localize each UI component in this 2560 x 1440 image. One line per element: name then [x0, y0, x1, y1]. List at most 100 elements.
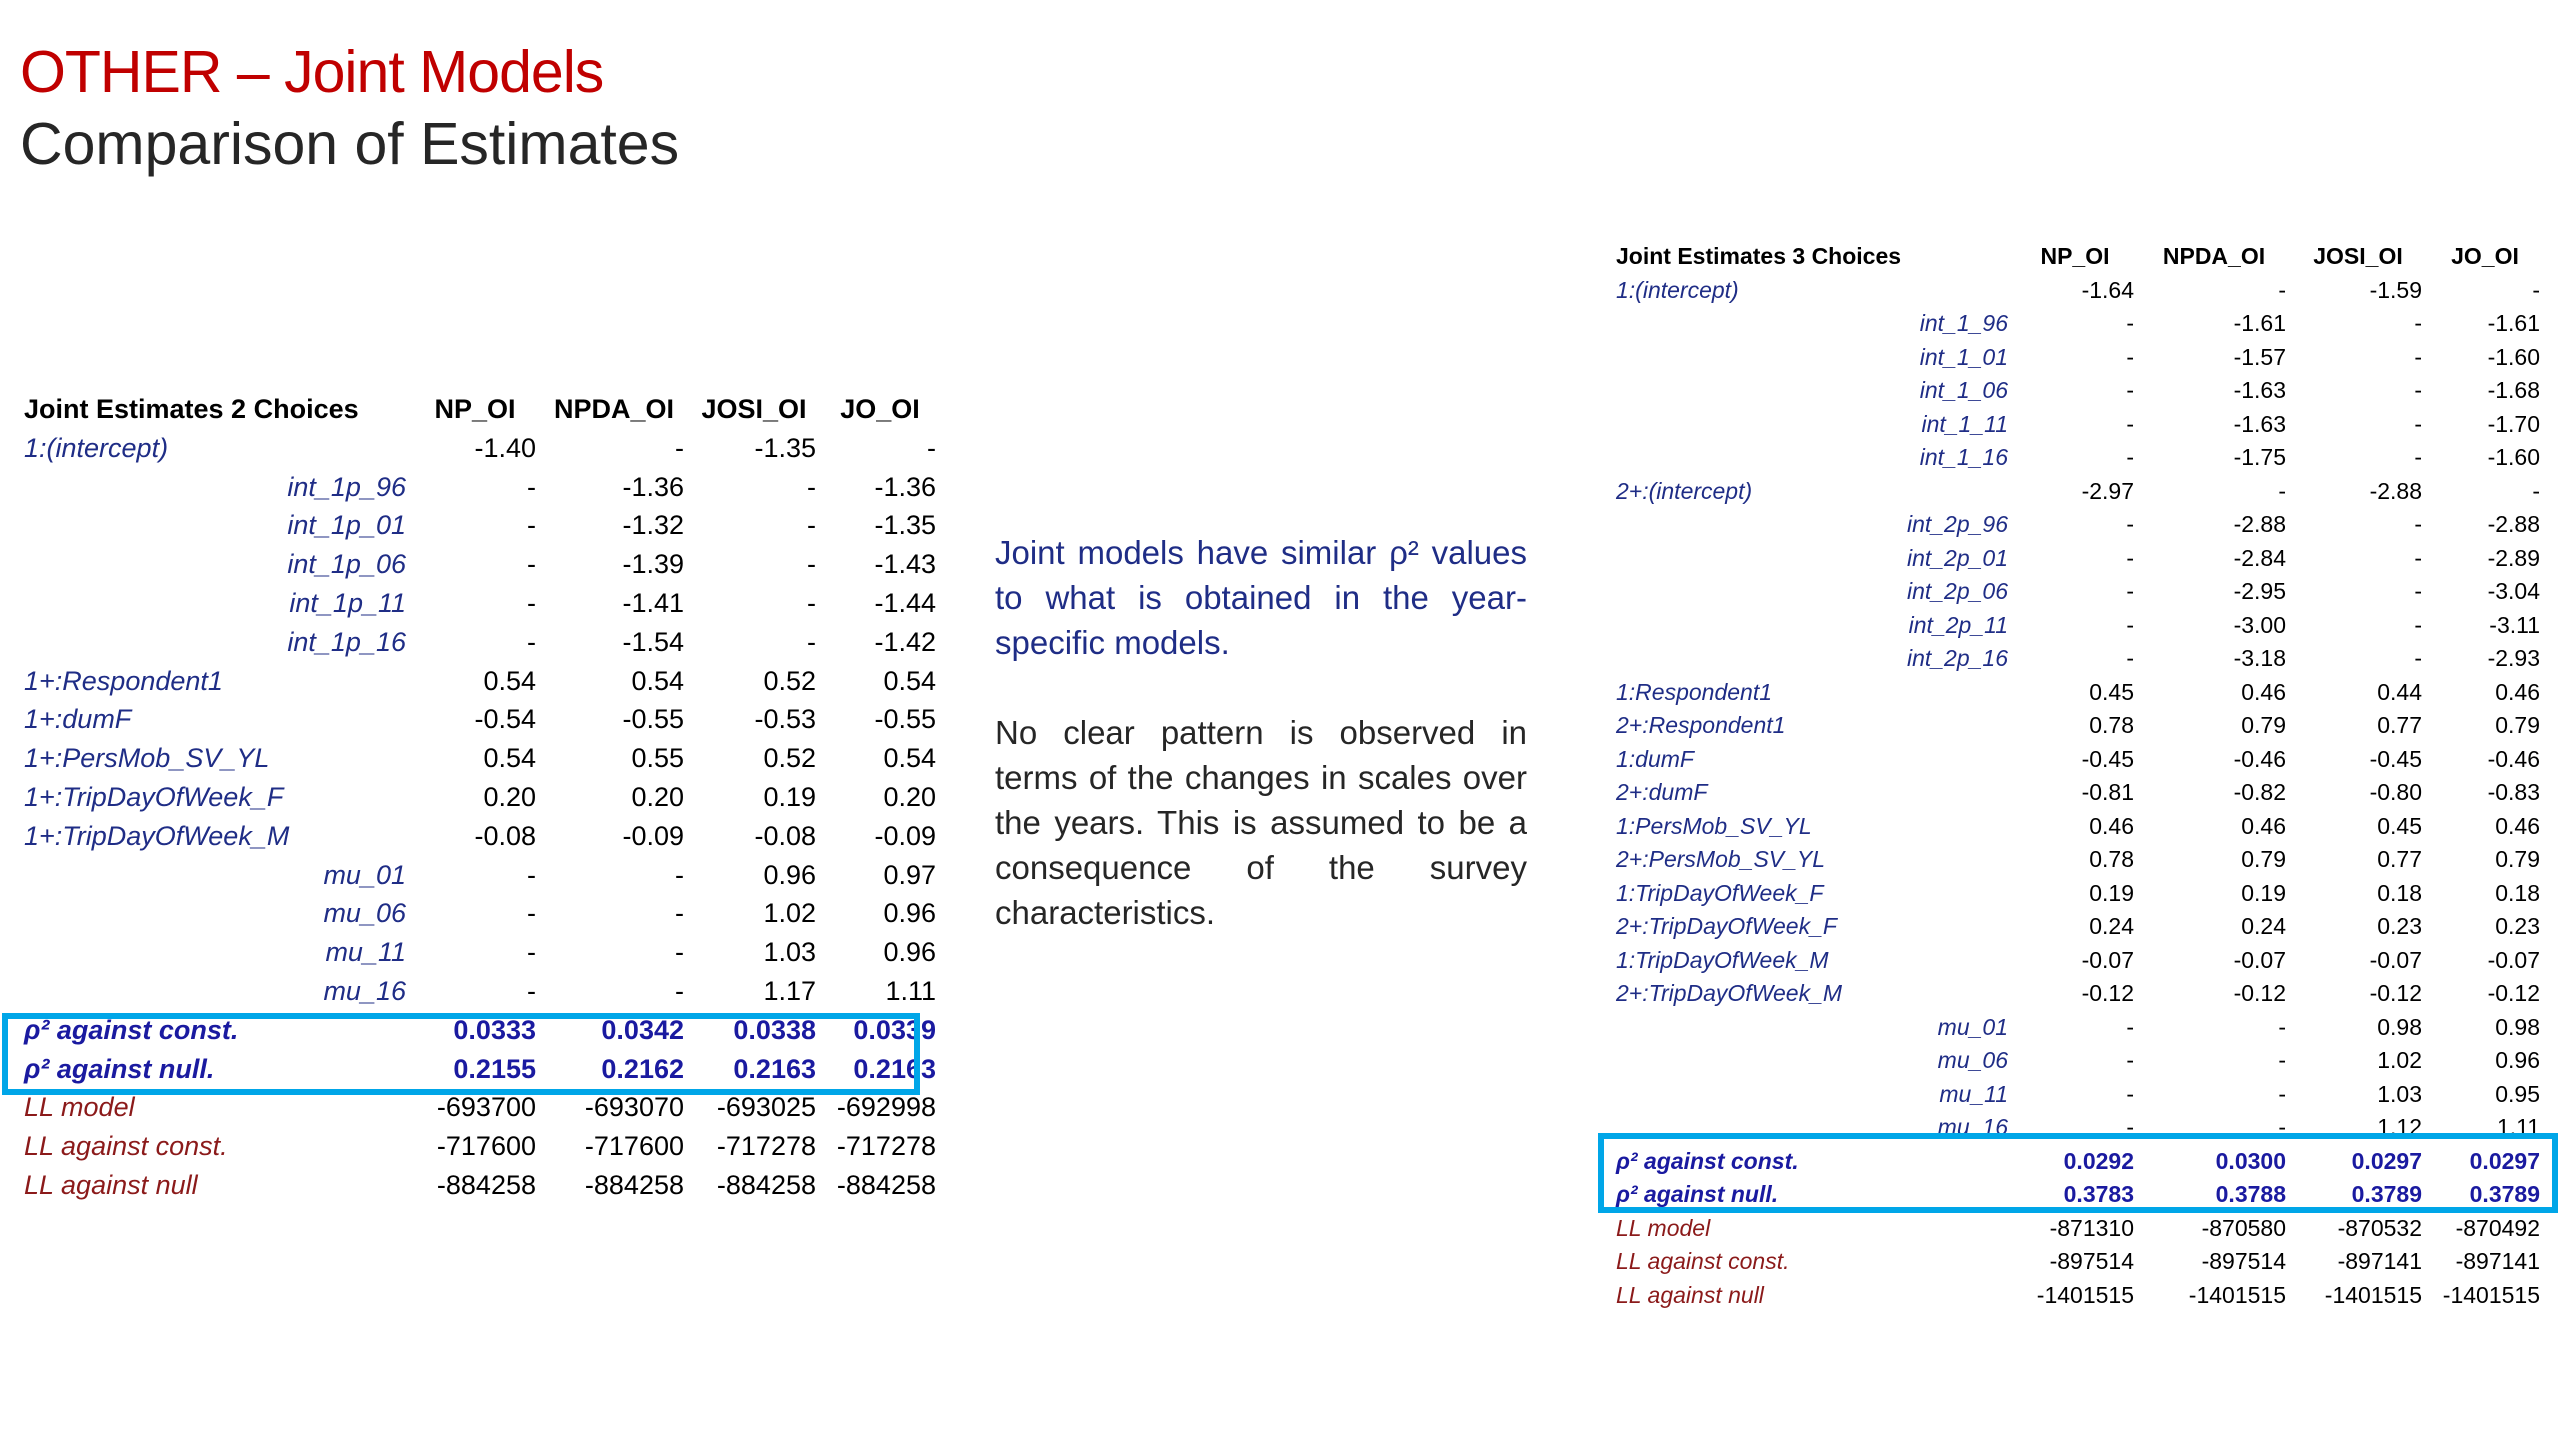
row-label: ρ² against null. — [24, 1053, 215, 1084]
row-label: int_1_96 — [1919, 310, 2008, 336]
column-header: JOSI_OI — [2313, 243, 2403, 269]
table-cell: - — [2414, 343, 2422, 370]
table-cell: 1.11 — [885, 975, 936, 1006]
column-header: JO_OI — [840, 394, 920, 424]
row-label: LL against const. — [1616, 1248, 1790, 1274]
table-cell: - — [675, 432, 684, 463]
table-cell: -1401515 — [2324, 1281, 2422, 1308]
row-label: int_1_11 — [1921, 410, 2008, 437]
table-cell: -1.35 — [754, 432, 816, 463]
table-cell: -897141 — [2455, 1248, 2540, 1274]
table-header-label: Joint Estimates 2 Choices — [24, 394, 359, 424]
table-cell: -717600 — [436, 1131, 536, 1162]
table-cell: -0.07 — [2369, 946, 2422, 973]
table-cell: -897514 — [2201, 1248, 2286, 1274]
table-cell: - — [2532, 477, 2540, 504]
row-label: 1:(intercept) — [1616, 276, 1739, 303]
row-label: int_1p_96 — [287, 471, 406, 502]
table-cell: 0.19 — [2241, 879, 2286, 906]
table-cell: 0.23 — [2377, 913, 2422, 939]
table-cell: 0.2163 — [733, 1053, 816, 1084]
table-row: 1:(intercept) -1.40 - -1.35 - — [20, 429, 940, 468]
table-cell: 0.45 — [2089, 678, 2134, 705]
table-cell: -0.08 — [754, 820, 816, 851]
table-cell: - — [2414, 377, 2422, 403]
table-cell: - — [527, 471, 536, 502]
table-cell: -0.83 — [2487, 779, 2540, 805]
table-cell: - — [675, 975, 684, 1006]
table-cell: - — [2126, 377, 2134, 403]
table-row: int_1_96 - -1.61 - -1.61 — [1612, 307, 2544, 341]
row-label: 1:dumF — [1616, 745, 1694, 772]
table-row: mu_06 - - 1.02 0.96 — [20, 894, 940, 933]
table-cell: 0.2162 — [601, 1053, 684, 1084]
table-cell: 0.0338 — [733, 1014, 816, 1045]
table-row: mu_16 - - 1.12 1.11 — [1612, 1111, 2544, 1145]
table-cell: 0.54 — [883, 665, 936, 696]
table-cell: -897514 — [2049, 1248, 2134, 1274]
table-cell: -1.39 — [622, 549, 684, 580]
row-label: int_1_01 — [1919, 343, 2008, 370]
table-cell: -717600 — [584, 1131, 684, 1162]
table-row: mu_16 - - 1.17 1.11 — [20, 972, 940, 1011]
table-cell: 0.97 — [883, 859, 936, 890]
table-cell: -1.43 — [874, 549, 936, 580]
table-cell: -693070 — [584, 1092, 684, 1123]
table-cell: 0.77 — [2377, 712, 2422, 738]
table-cell: 0.78 — [2089, 712, 2134, 738]
table-cell: -1.59 — [2369, 276, 2422, 303]
table-row: 2+:(intercept) -2.97 - -2.88 - — [1612, 475, 2544, 509]
row-label: 1+:TripDayOfWeek_M — [24, 820, 290, 851]
table-row: 1:dumF -0.45 -0.46 -0.45 -0.46 — [1612, 743, 2544, 777]
table-cell: -1.54 — [622, 626, 684, 657]
table-cell: -693700 — [436, 1092, 536, 1123]
table-cell: -1.61 — [2487, 310, 2540, 336]
left-table-body: Joint Estimates 2 Choices NP_OI NPDA_OI JOS… — [20, 390, 940, 1205]
table-cell: 0.3783 — [2063, 1181, 2134, 1207]
table-row: 1+:TripDayOfWeek_F 0.20 0.20 0.19 0.20 — [20, 778, 940, 817]
table-cell: 0.0342 — [601, 1014, 684, 1045]
table-cell: - — [2126, 1013, 2134, 1040]
slide-title: OTHER – Joint Models — [20, 39, 604, 105]
table-cell: - — [2414, 410, 2422, 437]
table-row: int_1_11 - -1.63 - -1.70 — [1612, 408, 2544, 442]
row-label: LL against const. — [24, 1131, 228, 1162]
row-label: LL model — [24, 1092, 135, 1123]
table-cell: - — [527, 898, 536, 929]
table-cell: -0.45 — [2081, 745, 2134, 772]
commentary-paragraph-1: Joint models have similar ρ² values to w… — [995, 534, 1527, 661]
table-cell: -870492 — [2455, 1214, 2540, 1241]
table-row: LL model -693700 -693070 -693025 -692998 — [20, 1088, 940, 1127]
row-label: mu_16 — [1937, 1114, 2008, 1140]
table-cell: - — [527, 937, 536, 968]
table-row: 1:TripDayOfWeek_F 0.19 0.19 0.18 0.18 — [1612, 877, 2544, 911]
table-cell: 0.0297 — [2469, 1147, 2540, 1174]
row-label: ρ² against null. — [1616, 1181, 1779, 1207]
row-label: 1+:PersMob_SV_YL — [24, 743, 270, 774]
table-cell: 0.18 — [2495, 879, 2540, 906]
table-cell: 0.96 — [763, 859, 816, 890]
table-cell: - — [2278, 1080, 2286, 1107]
table-cell: -0.12 — [2081, 980, 2134, 1006]
table-row: mu_11 - - 1.03 0.96 — [20, 933, 940, 972]
table-cell: 0.79 — [2495, 846, 2540, 872]
table-cell: - — [2414, 544, 2422, 571]
table-row: LL against null -884258 -884258 -884258 -884… — [20, 1166, 940, 1205]
table-cell: -1.64 — [2081, 276, 2134, 303]
table-cell: -2.95 — [2233, 578, 2286, 604]
row-label: 2+:dumF — [1616, 779, 1708, 805]
table-cell: - — [807, 510, 816, 541]
table-cell: -2.88 — [2233, 511, 2286, 537]
table-cell: 0.20 — [483, 781, 536, 812]
column-header: JO_OI — [2451, 243, 2519, 269]
table-cell: - — [675, 937, 684, 968]
table-cell: - — [2126, 343, 2134, 370]
table-cell: - — [2278, 477, 2286, 504]
table-cell: - — [2126, 611, 2134, 638]
table-cell: 0.52 — [763, 743, 816, 774]
row-label: int_2p_06 — [1906, 578, 2008, 604]
table-cell: -1.63 — [2233, 410, 2286, 437]
table-cell: 0.24 — [2241, 913, 2286, 939]
table-row: 1+:TripDayOfWeek_M -0.08 -0.09 -0.08 -0.09 — [20, 817, 940, 856]
table-cell: - — [807, 626, 816, 657]
